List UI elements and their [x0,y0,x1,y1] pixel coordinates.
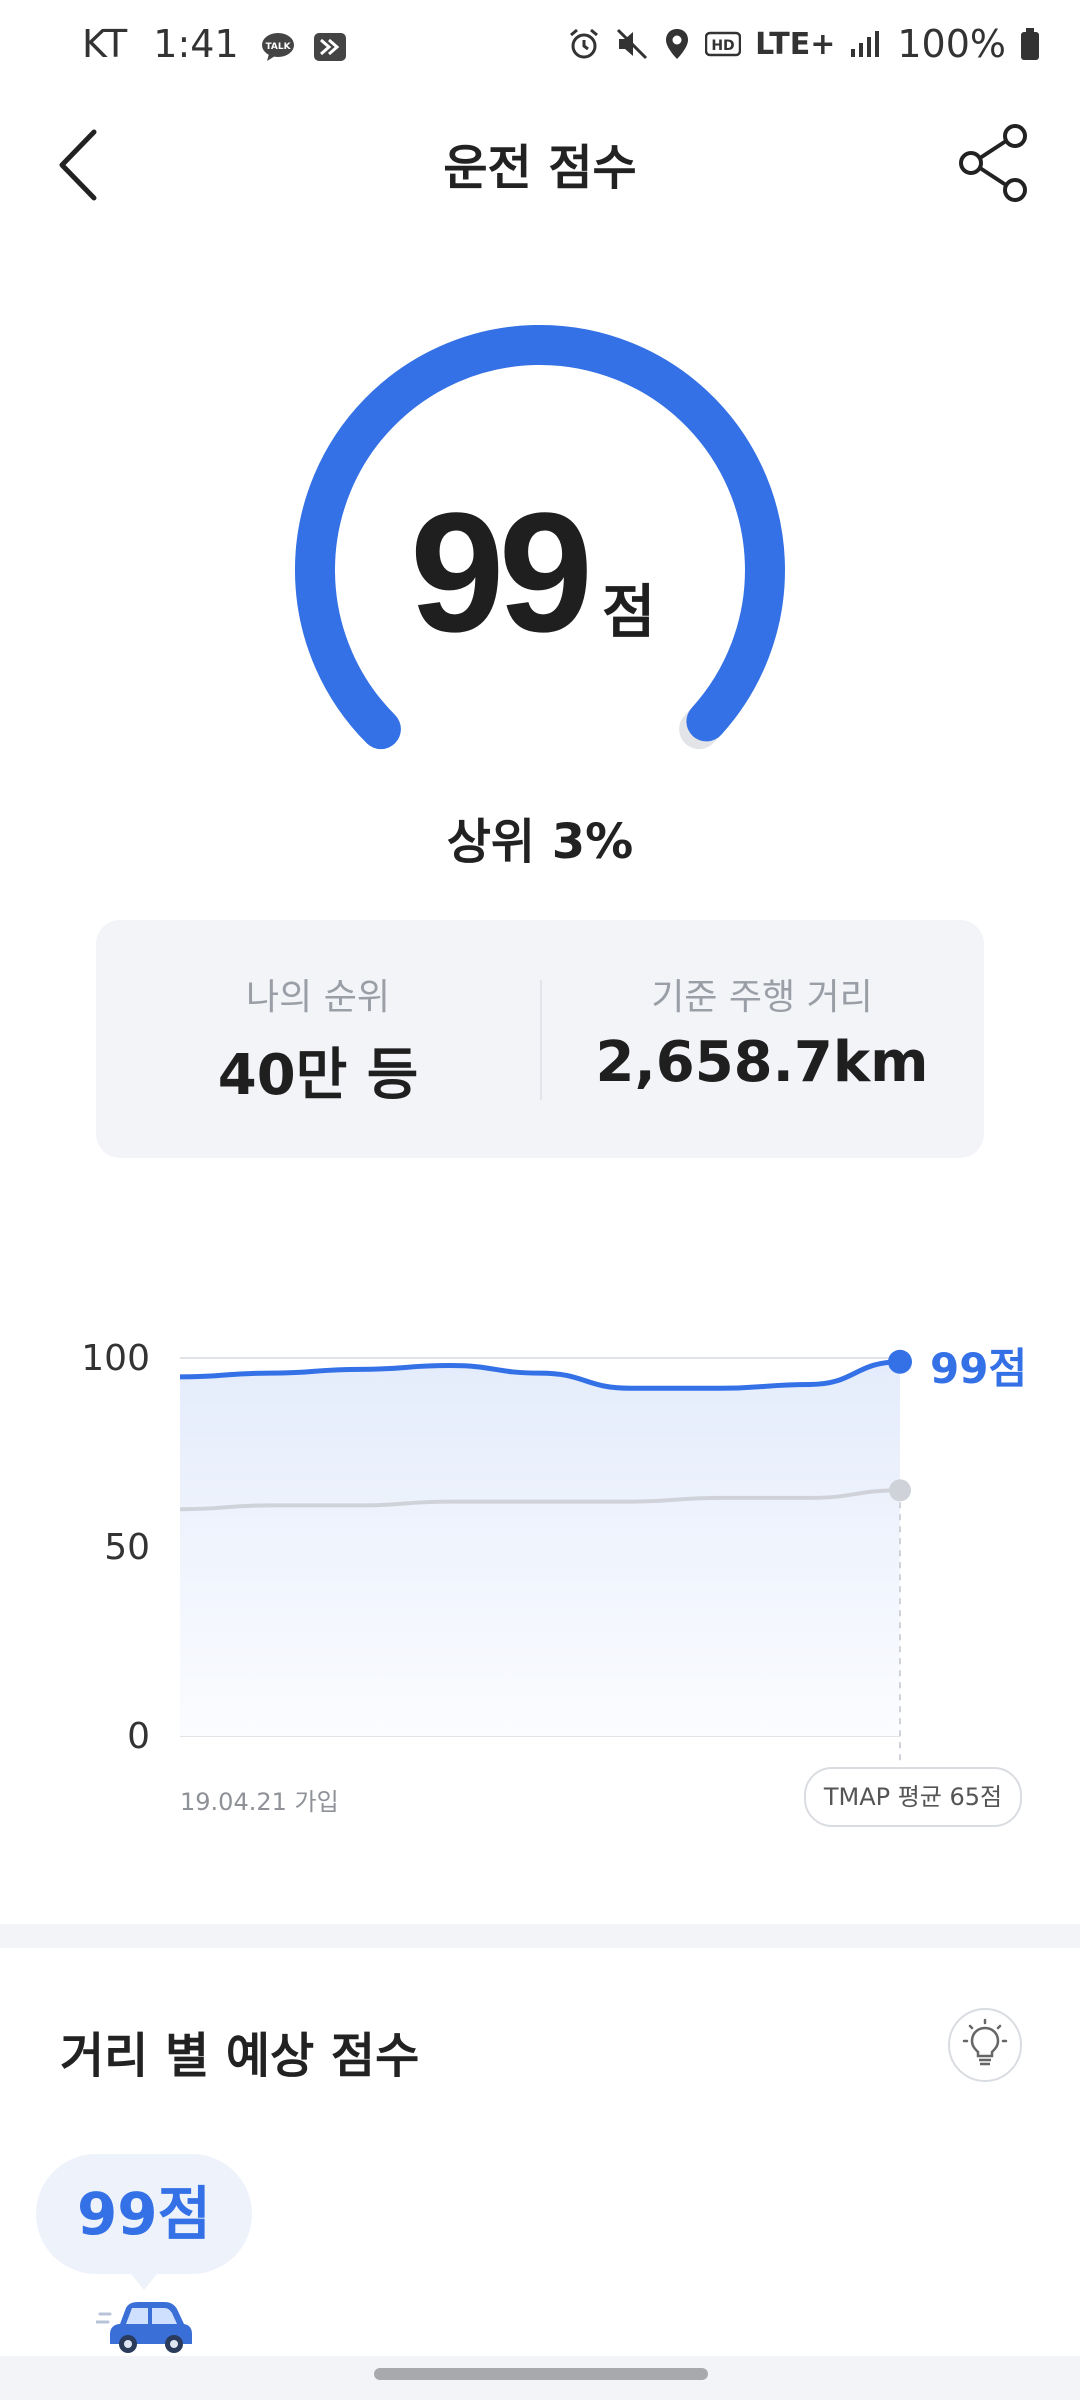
score-latest-point [888,1349,912,1374]
status-left: KT 1:41 TALK [82,22,347,66]
svg-text:TALK: TALK [265,42,291,52]
my-rank-value: 40만 등 [217,1043,419,1108]
distance-value: 2,658.7km [595,1030,929,1095]
battery-percent-text: 100% [897,22,1006,66]
score-area-fill [180,1361,900,1736]
carrier-text: KT [82,22,128,66]
expected-score-title: 거리 별 예상 점수 [60,2028,420,2084]
y-tick-label: 50 [104,1527,150,1568]
clock-text: 1:41 [153,22,239,66]
signal-icon [851,31,880,57]
home-indicator[interactable] [374,2368,708,2380]
score-unit: 점 [602,578,656,646]
hd-voice-icon: HD [705,31,742,57]
location-icon [666,29,689,59]
y-tick-label: 100 [81,1338,150,1379]
tmap-average-badge: TMAP 평균 65점 [804,1767,1022,1827]
lightbulb-icon [962,2018,1008,2066]
distance-label: 기준 주행 거리 [651,977,873,1018]
network-type-text: LTE+ [755,26,836,62]
status-bar: KT 1:41 TALK HD LTE+ 100% [0,0,1080,100]
alarm-icon [570,28,599,59]
share-button[interactable] [955,118,1035,208]
share-icon [959,124,1027,202]
kakaotalk-icon: TALK [261,32,294,61]
app-notification-icon [313,32,346,61]
y-tick-label: 0 [127,1716,150,1757]
svg-text:HD: HD [711,38,734,54]
score-value: 99 [410,478,593,668]
latest-score-label: 99점 [930,1344,1028,1393]
section-divider [0,1924,1080,1948]
rank-percentile: 상위 3% [446,814,634,870]
status-right: HD LTE+ 100% [567,22,1040,66]
expected-score-bubble: 99점 [36,2154,252,2274]
mute-icon [617,28,648,60]
my-rank-label: 나의 순위 [246,977,390,1018]
page-title: 운전 점수 [443,140,637,196]
my-rank-column: 나의 순위 40만 등 [96,920,540,1158]
tip-button[interactable] [948,2008,1022,2082]
battery-icon [1021,28,1039,60]
bubble-tail [128,2270,160,2290]
join-date-label: 19.04.21 가입 [180,1788,339,1816]
distance-column: 기준 주행 거리 2,658.7km [540,920,984,1158]
car-icon [96,2302,192,2353]
average-latest-point [889,1479,911,1502]
ranking-info-card: 나의 순위 40만 등 기준 주행 거리 2,658.7km [96,920,984,1158]
score-history-chart: 100 50 0 [81,1338,912,1766]
